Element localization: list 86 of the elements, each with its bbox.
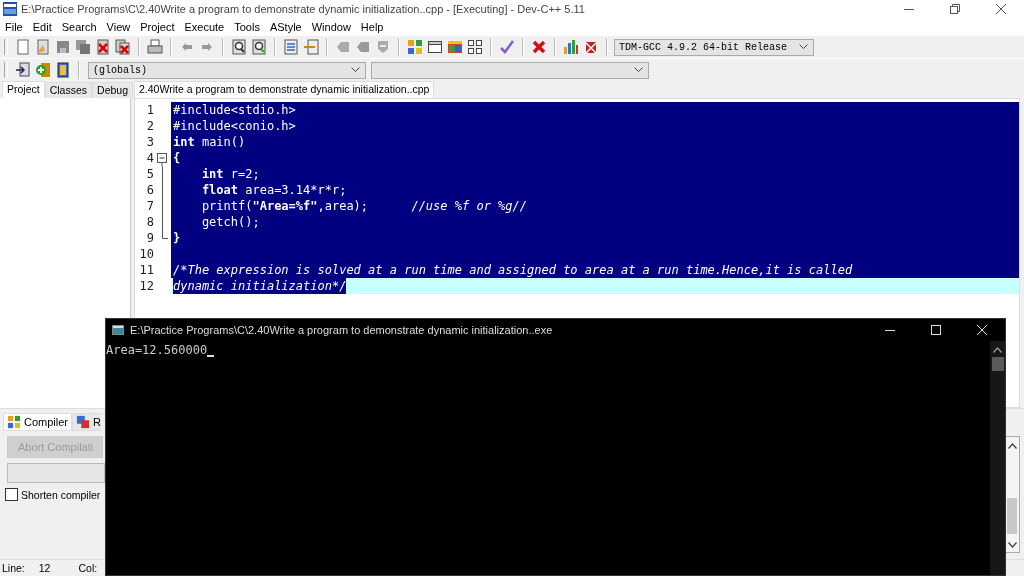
menu-item[interactable]: View (101, 20, 136, 33)
menu-item[interactable]: AStyle (264, 20, 307, 33)
console-scrollbar[interactable] (990, 341, 1005, 575)
tab[interactable]: Classes (44, 82, 93, 98)
menu-item[interactable]: Window (306, 20, 356, 33)
text-cursor (207, 355, 215, 357)
menu-item[interactable]: File (0, 20, 28, 33)
restore-icon (950, 4, 960, 14)
caret-icon (634, 67, 643, 73)
printer-icon[interactable] (147, 39, 163, 55)
status-label: Line: (2, 562, 25, 574)
line-number: 2 (145, 119, 154, 133)
menu-item[interactable]: Project (135, 20, 180, 33)
line-number: 12 (138, 279, 154, 293)
tab[interactable]: R (72, 413, 101, 431)
bookmark-icon[interactable] (355, 39, 371, 55)
menu-item[interactable]: Tools (229, 20, 265, 33)
line-number: 4 (145, 151, 154, 165)
color-window-icon[interactable] (447, 39, 463, 55)
close-file-icon[interactable] (95, 39, 111, 55)
code-line: float area=3.14*r*r; (201, 182, 347, 198)
code-line: #include<conio.h> (173, 118, 296, 134)
tab[interactable]: Project (2, 81, 45, 98)
cross-box-icon[interactable] (583, 39, 599, 55)
console-output: Area=12.560000 (106, 343, 208, 357)
search-replace-icon[interactable] (251, 39, 267, 55)
line-number: 3 (145, 135, 154, 149)
scroll-down-icon[interactable] (1007, 542, 1017, 548)
status-value: 12 (38, 562, 51, 574)
code-line: int main() (173, 134, 246, 150)
grid-icon[interactable] (407, 39, 423, 55)
checkmark-icon[interactable] (499, 39, 515, 55)
line-number: 1 (145, 103, 154, 117)
scrollbar-thumb[interactable] (991, 357, 1004, 371)
code-line: printf("Area=%f",area); //use %f or %g// (201, 198, 527, 214)
code-line: #include<stdio.h> (173, 102, 296, 118)
window-title: E:\Practice Programs\C\2.40Write a program to demonstrate dynamic initialization..cpp - [Executing] - Dev-C++ 5.11 (21, 3, 585, 15)
windows-icon (76, 415, 90, 429)
search-icon[interactable] (231, 39, 247, 55)
status-label: Col: (78, 562, 98, 574)
tab[interactable]: Compiler (3, 413, 72, 431)
line-number: 10 (138, 247, 154, 261)
close-icon (977, 325, 987, 335)
grid-outline-icon[interactable] (467, 39, 483, 55)
file-tab[interactable]: 2.40Write a program to demonstrate dynamic initialization..cpp (134, 81, 435, 98)
scroll-up-icon[interactable] (993, 347, 1002, 353)
blank-page-icon[interactable] (15, 39, 31, 55)
list-icon[interactable] (283, 39, 299, 55)
code-line: int r=2; (201, 166, 260, 182)
scope-dropdown[interactable]: (globals) (88, 61, 366, 79)
book-icon[interactable] (55, 62, 71, 78)
close-icon (996, 4, 1006, 14)
maximize-icon (931, 325, 941, 335)
tab[interactable]: Debug (92, 82, 133, 98)
page-arrow-icon[interactable] (15, 62, 31, 78)
line-number: 5 (145, 167, 154, 181)
caret-icon (351, 67, 360, 73)
code-line: /*The expression is solved at a run time and assigned to area at a run time.Hence,it is called (173, 262, 853, 278)
disks-icon[interactable] (75, 39, 91, 55)
checkbox-label: Shorten compiler (21, 488, 101, 501)
fold-toggle-icon[interactable] (157, 150, 168, 166)
menu-item[interactable]: Search (56, 20, 102, 33)
menu-item[interactable]: Execute (179, 20, 230, 33)
window-icon[interactable] (427, 39, 443, 55)
bar-chart-icon[interactable] (563, 39, 579, 55)
code-line: getch(); (201, 214, 260, 230)
caret-icon (799, 44, 808, 50)
menu-item[interactable]: Help (355, 20, 389, 33)
cross-icon[interactable] (531, 39, 547, 55)
grid-icon (7, 415, 21, 429)
code-line: { (173, 150, 181, 166)
scroll-up-icon[interactable] (1007, 443, 1017, 449)
console-icon (112, 325, 124, 335)
line-number: 11 (138, 263, 154, 277)
checkbox[interactable] (5, 488, 18, 501)
console-title: E:\Practice Programs\C\2.40Write a program to demonstrate dynamic initialization..exe (130, 324, 553, 336)
line-number: 8 (145, 215, 154, 229)
line-number: 9 (145, 231, 154, 245)
close-all-files-icon[interactable] (115, 39, 131, 55)
scrollbar-thumb[interactable] (1007, 498, 1017, 534)
menu-item[interactable]: Edit (27, 20, 57, 33)
code-line: } (173, 230, 181, 246)
line-number: 7 (145, 199, 154, 213)
goto-line-icon[interactable] (303, 39, 319, 55)
line-number: 6 (145, 183, 154, 197)
compiler-dropdown[interactable]: TDM-GCC 4.9.2 64-bit Release (614, 38, 814, 56)
